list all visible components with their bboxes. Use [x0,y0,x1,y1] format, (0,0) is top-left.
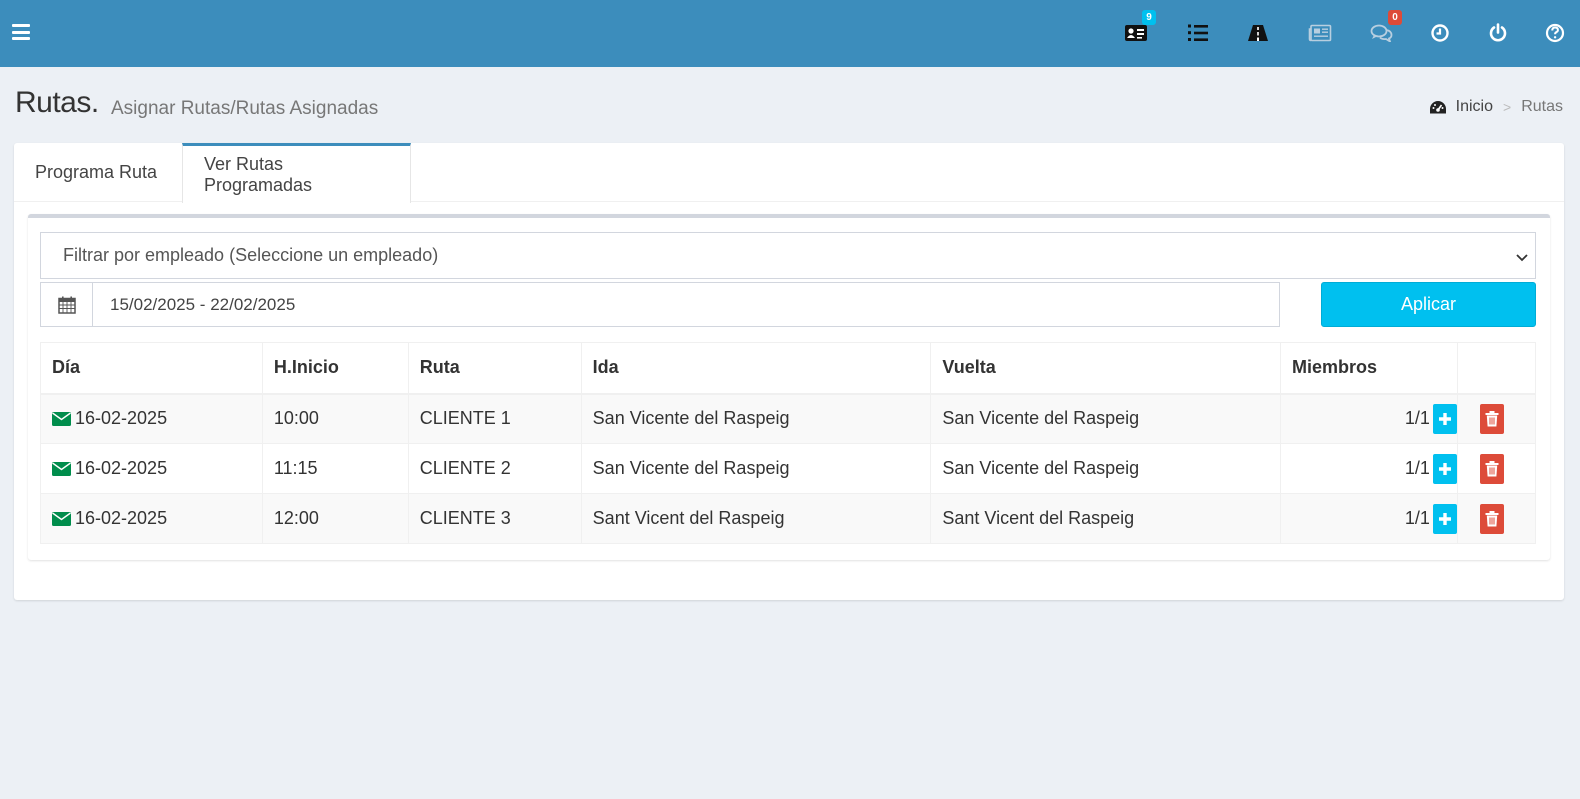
cell-vuelta: Sant Vicent del Raspeig [930,493,1282,544]
tab-container: Programa Ruta Ver Rutas Programadas Filt… [14,143,1564,600]
date-range-group [40,282,1280,327]
cell-hinicio: 12:00 [261,493,409,544]
row-date: 16-02-2025 [75,458,168,478]
add-member-button[interactable] [1432,403,1457,434]
column-header-miembros[interactable]: Miembros [1280,342,1458,395]
tab-bar: Programa Ruta Ver Rutas Programadas [14,143,1564,203]
cell-ruta: CLIENTE 1 [407,393,582,444]
cell-miembros: 1/1 [1280,443,1458,494]
delete-route-button[interactable] [1479,503,1504,534]
column-header-hinicio[interactable]: H.Inicio [261,342,409,395]
column-header-dia[interactable]: Día [40,342,263,395]
contact-card-icon[interactable]: 9 [1123,10,1156,46]
table-row: 16-02-2025 10:00 CLIENTE 1 San Vicente d… [40,393,1537,444]
column-header-ruta[interactable]: Ruta [407,342,582,395]
date-range-input[interactable] [93,283,1279,326]
column-header-actions [1456,342,1537,395]
envelope-icon[interactable] [52,461,71,476]
dashboard-icon [1429,100,1447,115]
column-header-vuelta[interactable]: Vuelta [930,342,1282,395]
apply-button[interactable]: Aplicar [1321,282,1536,327]
column-header-ida[interactable]: Ida [580,342,932,395]
calendar-icon [41,283,93,326]
cell-miembros: 1/1 [1280,393,1458,444]
cell-ida: Sant Vicent del Raspeig [580,493,932,544]
top-navbar: 9 0 [0,0,1580,67]
members-count: 1/1 [1404,508,1430,528]
delete-route-button[interactable] [1479,403,1504,434]
row-date: 16-02-2025 [75,508,168,528]
breadcrumb-current: Rutas [1521,98,1563,115]
envelope-icon[interactable] [52,511,71,526]
comments-icon[interactable]: 0 [1369,10,1402,46]
envelope-icon[interactable] [52,411,71,426]
employee-filter-value: Filtrar por empleado (Seleccione un empl… [63,245,439,265]
breadcrumb-separator: > [1503,99,1512,115]
add-member-button[interactable] [1432,453,1457,484]
content-header: Rutas. Asignar Rutas/Rutas Asignadas Ini… [15,84,1565,130]
add-member-button[interactable] [1432,503,1457,534]
table-row: 16-02-2025 11:15 CLIENTE 2 San Vicente d… [40,443,1537,494]
cell-hinicio: 10:00 [261,393,409,444]
tab-ver-rutas-programadas[interactable]: Ver Rutas Programadas [182,143,411,203]
table-row: 16-02-2025 12:00 CLIENTE 3 Sant Vicent d… [40,493,1537,544]
cell-vuelta: San Vicente del Raspeig [930,443,1282,494]
power-off-icon[interactable] [1485,20,1511,46]
cell-actions [1456,493,1537,544]
page-title: Rutas. [15,86,99,119]
trash-icon [1485,410,1499,427]
plus-icon [1438,462,1451,475]
routes-table: Día H.Inicio Ruta Ida Vuelta Miembros 16… [40,342,1537,544]
cell-ida: San Vicente del Raspeig [580,443,932,494]
employee-filter-select[interactable]: Filtrar por empleado (Seleccione un empl… [40,232,1536,279]
cell-miembros: 1/1 [1280,493,1458,544]
tab-programa-ruta[interactable]: Programa Ruta [14,143,178,202]
table-header-row: Día H.Inicio Ruta Ida Vuelta Miembros [40,342,1537,395]
cell-actions [1456,443,1537,494]
list-ol-icon[interactable] [1185,20,1211,46]
members-count: 1/1 [1404,458,1430,478]
notification-badge: 9 [1142,10,1156,25]
road-icon[interactable] [1245,20,1271,46]
question-circle-icon[interactable] [1542,20,1568,46]
members-count: 1/1 [1404,408,1430,429]
cell-dia: 16-02-2025 [40,443,263,494]
trash-icon [1485,510,1499,526]
chevron-down-icon [1515,248,1529,269]
delete-route-button[interactable] [1479,453,1504,484]
breadcrumb-home-link[interactable]: Inicio [1456,98,1493,116]
cell-hinicio: 11:15 [261,443,409,494]
cell-actions [1456,393,1537,444]
cell-ruta: CLIENTE 3 [407,493,582,544]
cell-dia: 16-02-2025 [40,393,263,444]
cell-ruta: CLIENTE 2 [407,443,582,494]
cell-dia: 16-02-2025 [40,493,263,544]
plus-icon [1438,412,1451,425]
cell-ida: San Vicente del Raspeig [580,393,932,444]
menu-toggle-icon[interactable] [12,24,30,40]
plus-icon [1438,512,1451,525]
routes-panel: Filtrar por empleado (Seleccione un empl… [28,214,1550,560]
page-subtitle: Asignar Rutas/Rutas Asignadas [111,98,379,119]
breadcrumb: Inicio > Rutas [1429,98,1563,116]
newspaper-icon[interactable] [1307,20,1333,46]
notification-badge: 0 [1388,10,1402,25]
row-date: 16-02-2025 [75,408,168,429]
clock-icon[interactable] [1427,20,1453,46]
trash-icon [1485,460,1499,476]
cell-vuelta: San Vicente del Raspeig [930,393,1282,444]
